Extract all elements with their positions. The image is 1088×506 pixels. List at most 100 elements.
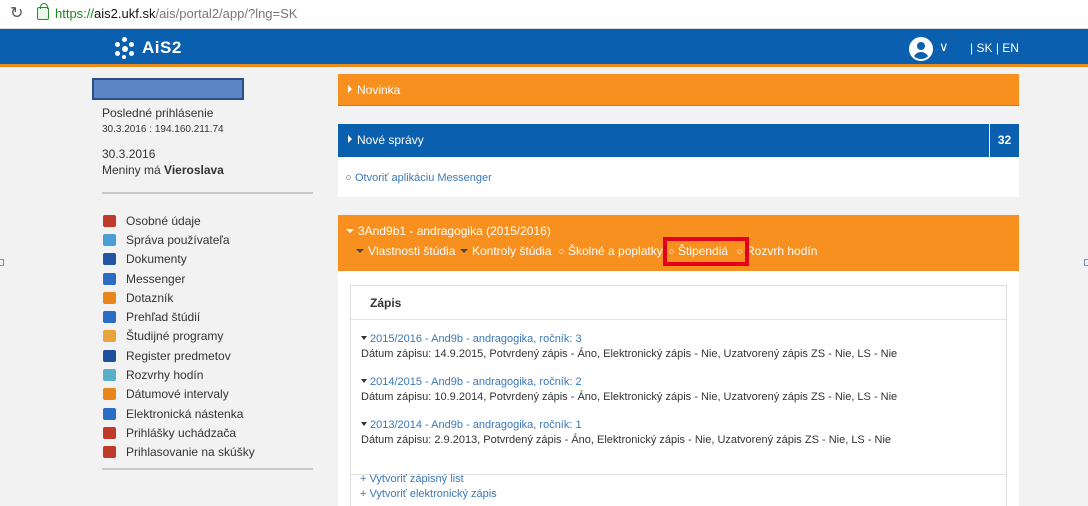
zapis-entry-head[interactable]: 2014/2015 - And9b - andragogika, ročník:… [361, 376, 897, 388]
open-messenger-link[interactable]: Otvoriť aplikáciu Messenger [346, 172, 492, 184]
checklist-icon [103, 426, 116, 439]
sidebar-item-dotaznik[interactable]: Dotazník [103, 288, 318, 307]
sidebar-divider [102, 192, 313, 194]
sidebar-item-prehlad-studii[interactable]: Prehľad štúdií [103, 307, 318, 326]
zapis-entry-head-label: 2013/2014 - And9b - andragogika, ročník:… [370, 419, 582, 431]
edge-marker [1084, 259, 1088, 266]
sidebar-menu: Osobné údaje Správa používateľa Dokument… [103, 211, 318, 462]
nav-vlastnosti-studia[interactable]: Vlastnosti štúdia [356, 244, 455, 258]
nav-rozvrh-hodin[interactable]: Rozvrh hodín [737, 244, 817, 258]
bullet-icon [346, 175, 351, 180]
open-messenger-label: Otvoriť aplikáciu Messenger [355, 172, 492, 184]
zapis-entry: 2013/2014 - And9b - andragogika, ročník:… [361, 419, 891, 446]
sidebar-item-label: Dokumenty [126, 252, 187, 267]
sidebar-item-label: Dátumové intervaly [126, 387, 229, 402]
nav-kontroly-studia[interactable]: Kontroly štúdia [460, 244, 551, 258]
sidebar-item-label: Osobné údaje [126, 213, 201, 228]
sidebar-item-rozvrhy-hodin[interactable]: Rozvrhy hodín [103, 365, 318, 384]
checklist-icon [103, 446, 116, 459]
last-login-label: Posledné prihlásenie [102, 106, 214, 120]
sidebar-item-label: Dotazník [126, 290, 174, 305]
highlight-annotation-box [663, 237, 749, 266]
study-panel-body: Zápis 2015/2016 - And9b - andragogika, r… [338, 271, 1019, 506]
nameday-prefix: Meniny má [102, 163, 165, 177]
register-icon [103, 349, 116, 362]
sidebar-item-prihlasovanie-na-skusky[interactable]: Prihlasovanie na skúšky [103, 443, 318, 462]
today-date: 30.3.2016 [102, 147, 156, 161]
app-logo[interactable]: AiS2 [114, 36, 182, 60]
lang-separator: | [995, 41, 999, 55]
nove-spravy-panel-header[interactable]: Nové správy 32 [338, 124, 1019, 157]
sidebar-item-label: Register predmetov [126, 348, 231, 363]
sidebar-item-osobne-udaje[interactable]: Osobné údaje [103, 211, 318, 230]
zapis-card: Zápis 2015/2016 - And9b - andragogika, r… [350, 285, 1007, 506]
board-icon [103, 407, 116, 420]
nav-label: Kontroly štúdia [472, 244, 552, 258]
reload-icon[interactable]: ↻ [10, 5, 26, 23]
sidebar-item-messenger[interactable]: Messenger [103, 269, 318, 288]
zapis-divider [351, 319, 1006, 320]
triangle-down-icon [361, 422, 367, 426]
sidebar-item-label: Rozvrhy hodín [126, 368, 204, 383]
edge-marker [0, 259, 4, 266]
zapis-entry-head-label: 2014/2015 - And9b - andragogika, ročník:… [370, 376, 582, 388]
nav-label: Vlastnosti štúdia [368, 244, 456, 258]
lang-sk-link[interactable]: SK [976, 41, 992, 55]
novinka-label: Novinka [357, 83, 401, 97]
triangle-down-icon [361, 336, 367, 340]
zapis-entry-detail: Dátum zápisu: 10.9.2014, Potvrdený zápis… [361, 391, 898, 403]
nav-label: Rozvrh hodín [746, 244, 818, 258]
triangle-down-icon [460, 249, 468, 253]
nameday-name: Vieroslava [164, 163, 224, 177]
message-count-badge: 32 [989, 124, 1019, 157]
chevron-down-icon[interactable]: ∨ [939, 39, 949, 55]
briefcase-icon [103, 291, 116, 304]
person-icon [103, 214, 116, 227]
lock-icon [37, 3, 49, 20]
redacted-username [92, 78, 244, 100]
sidebar-item-register-predmetov[interactable]: Register predmetov [103, 346, 318, 365]
lang-en-link[interactable]: EN [1002, 41, 1019, 55]
study-title[interactable]: 3And9b1 - andragogika (2015/2016) [346, 224, 551, 238]
sidebar-item-datumove-intervaly[interactable]: Dátumové intervaly [103, 385, 318, 404]
sidebar-item-dokumenty[interactable]: Dokumenty [103, 250, 318, 269]
create-zapisny-list-link[interactable]: + Vytvoriť zápisný list [360, 473, 464, 485]
address-field[interactable]: https://ais2.ukf.sk/ais/portal2/app/?lng… [55, 6, 297, 21]
triangle-down-icon [346, 229, 354, 233]
url-host: ais2.ukf.sk [94, 6, 156, 21]
document-icon [103, 253, 116, 266]
zapis-entry-detail: Dátum zápisu: 14.9.2015, Potvrdený zápis… [361, 348, 898, 360]
sidebar-item-studijne-programy[interactable]: Študijné programy [103, 327, 318, 346]
nameday: Meniny má Vieroslava [102, 163, 224, 177]
nav-skolne-a-poplatky[interactable]: Školné a poplatky [559, 244, 663, 258]
sidebar-item-label: Prihlasovanie na skúšky [126, 445, 255, 460]
book-icon [103, 311, 116, 324]
logo-text: AiS2 [142, 38, 182, 57]
sidebar-item-elektronicka-nastenka[interactable]: Elektronická nástenka [103, 404, 318, 423]
create-electronic-zapis-link[interactable]: + Vytvoriť elektronický zápis [360, 488, 497, 500]
nove-spravy-title: Nové správy [348, 133, 424, 147]
user-avatar-icon[interactable] [909, 37, 933, 61]
novinka-panel-header[interactable]: Novinka [338, 74, 1019, 106]
triangle-down-icon [356, 249, 364, 253]
nav-label: Školné a poplatky [568, 244, 663, 258]
sidebar-item-prihlasky-uchadzaca[interactable]: Prihlášky uchádzača [103, 423, 318, 442]
calendar-icon [103, 369, 116, 382]
language-switcher: | SK | EN [970, 41, 1019, 55]
chat-icon [103, 272, 116, 285]
sidebar-item-sprava-pouzivatela[interactable]: Správa používateľa [103, 230, 318, 249]
zapis-entry: 2015/2016 - And9b - andragogika, ročník:… [361, 333, 897, 360]
sidebar-item-label: Správa používateľa [126, 232, 230, 247]
zapis-title: Zápis [370, 296, 402, 310]
sidebar-item-label: Študijné programy [126, 329, 224, 344]
sidebar-item-label: Prehľad štúdií [126, 310, 201, 325]
zapis-entry-head[interactable]: 2013/2014 - And9b - andragogika, ročník:… [361, 419, 891, 431]
last-login-value: 30.3.2016 : 194.160.211.74 [102, 124, 224, 135]
sidebar-item-label: Messenger [126, 271, 186, 286]
triangle-right-icon [348, 135, 352, 143]
date-range-icon [103, 388, 116, 401]
users-icon [103, 233, 116, 246]
zapis-entry-head[interactable]: 2015/2016 - And9b - andragogika, ročník:… [361, 333, 897, 345]
novinka-title: Novinka [348, 83, 400, 97]
list-icon [103, 330, 116, 343]
